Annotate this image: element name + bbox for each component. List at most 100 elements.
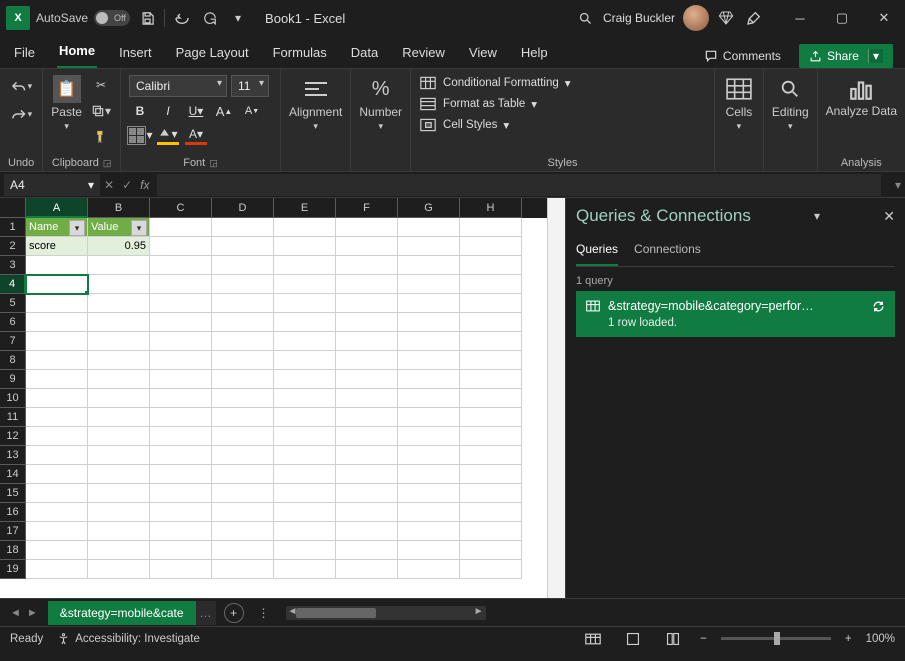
cell[interactable] [336, 389, 398, 408]
name-box[interactable]: A4 ▾ [4, 174, 100, 196]
cell[interactable] [398, 313, 460, 332]
cell[interactable] [150, 389, 212, 408]
cell[interactable] [26, 541, 88, 560]
cell[interactable] [336, 218, 398, 237]
cell[interactable] [274, 446, 336, 465]
prev-sheet-button[interactable]: ◄ [10, 607, 21, 619]
minimize-button[interactable]: ─ [785, 3, 815, 33]
cell[interactable] [26, 560, 88, 579]
cell[interactable] [212, 560, 274, 579]
cell[interactable] [398, 370, 460, 389]
cell[interactable] [274, 560, 336, 579]
horizontal-scrollbar[interactable]: ◄ ► [286, 606, 486, 620]
refresh-icon[interactable] [872, 300, 885, 313]
save-icon[interactable] [136, 7, 158, 29]
cell[interactable] [26, 389, 88, 408]
cell[interactable] [460, 541, 522, 560]
cell[interactable] [88, 503, 150, 522]
font-size-select[interactable] [231, 75, 269, 97]
row-header[interactable]: 7 [0, 332, 26, 351]
cell[interactable] [398, 427, 460, 446]
cells-button[interactable]: Cells ▾ [723, 75, 755, 132]
row-header[interactable]: 8 [0, 351, 26, 370]
cell[interactable] [26, 351, 88, 370]
cell[interactable] [212, 484, 274, 503]
chevron-down-icon[interactable]: ▾ [814, 209, 820, 223]
row-header[interactable]: 3 [0, 256, 26, 275]
cell[interactable] [460, 446, 522, 465]
row-header[interactable]: 13 [0, 446, 26, 465]
cell[interactable] [212, 427, 274, 446]
cell[interactable] [212, 522, 274, 541]
col-header-e[interactable]: E [274, 198, 336, 218]
underline-button[interactable]: U▾ [185, 101, 207, 121]
cell[interactable] [398, 256, 460, 275]
cell[interactable] [398, 484, 460, 503]
cell[interactable] [398, 408, 460, 427]
cell[interactable] [274, 275, 336, 294]
sheet-scroll-right[interactable]: … [196, 601, 216, 625]
cell[interactable] [336, 465, 398, 484]
cell[interactable] [150, 275, 212, 294]
row-header[interactable]: 4 [0, 275, 26, 294]
cell[interactable] [336, 351, 398, 370]
cell[interactable] [212, 389, 274, 408]
row-header[interactable]: 1 [0, 218, 26, 237]
zoom-out-button[interactable]: − [700, 633, 707, 645]
cell[interactable] [150, 370, 212, 389]
cell[interactable] [398, 522, 460, 541]
formula-bar[interactable] [157, 174, 881, 196]
cell[interactable] [336, 332, 398, 351]
format-painter-button[interactable] [90, 127, 112, 147]
format-as-table-button[interactable]: Format as Table▾ [419, 96, 706, 112]
cut-button[interactable]: ✂ [90, 75, 112, 95]
cell[interactable] [398, 332, 460, 351]
search-icon[interactable] [575, 7, 597, 29]
cell[interactable] [460, 465, 522, 484]
cell[interactable] [274, 522, 336, 541]
cell[interactable] [150, 218, 212, 237]
cell[interactable] [88, 370, 150, 389]
redo-button[interactable]: ▾ [10, 103, 32, 125]
cell-styles-button[interactable]: Cell Styles▾ [419, 117, 706, 133]
row-header[interactable]: 11 [0, 408, 26, 427]
cell[interactable] [398, 275, 460, 294]
cell[interactable] [26, 313, 88, 332]
cell[interactable] [336, 256, 398, 275]
cell[interactable] [212, 541, 274, 560]
cell[interactable] [26, 256, 88, 275]
cell[interactable] [460, 484, 522, 503]
accept-formula-icon[interactable]: ✓ [122, 178, 132, 192]
cell[interactable] [336, 522, 398, 541]
cell[interactable] [460, 256, 522, 275]
cell[interactable] [212, 465, 274, 484]
cell[interactable] [460, 503, 522, 522]
cell[interactable] [460, 275, 522, 294]
cell[interactable] [88, 389, 150, 408]
cell[interactable] [398, 218, 460, 237]
cell[interactable] [212, 275, 274, 294]
autosave-toggle[interactable]: AutoSave Off [36, 10, 130, 26]
cell[interactable] [274, 351, 336, 370]
cell[interactable] [274, 332, 336, 351]
cell[interactable] [88, 465, 150, 484]
paste-button[interactable]: 📋 Paste ▾ [51, 75, 82, 132]
expand-formula-bar-icon[interactable]: ▾ [895, 178, 905, 192]
cell[interactable] [274, 541, 336, 560]
alignment-button[interactable]: Alignment ▾ [289, 75, 342, 132]
cell[interactable] [26, 484, 88, 503]
cell[interactable]: 0.95 [88, 237, 150, 256]
menu-review[interactable]: Review [400, 39, 447, 68]
cell[interactable] [26, 294, 88, 313]
select-all-corner[interactable] [0, 198, 26, 218]
cell[interactable] [336, 560, 398, 579]
cell[interactable] [336, 446, 398, 465]
cancel-formula-icon[interactable]: ✕ [104, 178, 114, 192]
cell[interactable] [336, 370, 398, 389]
cell[interactable] [88, 427, 150, 446]
editing-button[interactable]: Editing ▾ [772, 75, 809, 132]
col-header-a[interactable]: A [26, 198, 88, 218]
cell[interactable] [460, 218, 522, 237]
cell[interactable] [336, 313, 398, 332]
cell[interactable] [26, 408, 88, 427]
